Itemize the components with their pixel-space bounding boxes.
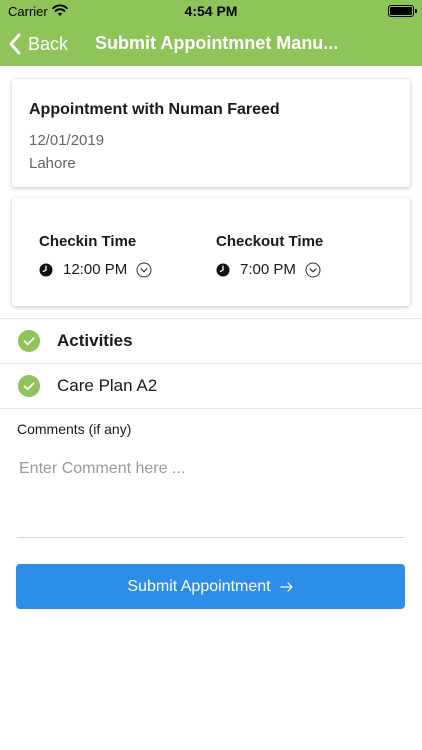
status-bar: Carrier 4:54 PM bbox=[0, 0, 422, 22]
app-header: Carrier 4:54 PM Back Submit Appointmnet … bbox=[0, 0, 422, 66]
checkout-section: Checkout Time 7:00 PM bbox=[216, 233, 323, 278]
list-item-label: Activities bbox=[57, 331, 133, 350]
chevron-down-icon bbox=[305, 262, 321, 277]
check-circle-icon bbox=[18, 375, 40, 397]
back-button[interactable]: Back bbox=[8, 30, 68, 58]
battery-icon bbox=[388, 5, 417, 17]
appointment-date: 12/01/2019 bbox=[29, 132, 105, 149]
checkout-time-value: 7:00 PM bbox=[240, 261, 296, 278]
divider bbox=[0, 408, 422, 409]
chevron-down-icon bbox=[136, 262, 152, 277]
checkin-time-picker[interactable]: 12:00 PM bbox=[39, 261, 152, 278]
clock-icon bbox=[216, 263, 230, 276]
arrow-right-icon bbox=[279, 581, 293, 592]
comment-input[interactable] bbox=[17, 452, 405, 538]
time-card: Checkin Time 12:00 PM Checkout Time 7:00… bbox=[12, 198, 410, 306]
checkout-time-picker[interactable]: 7:00 PM bbox=[216, 261, 323, 278]
submit-button-label: Submit Appointment bbox=[127, 577, 271, 595]
check-circle-icon bbox=[18, 330, 40, 352]
appointment-card: Appointment with Numan Fareed 12/01/2019… bbox=[12, 79, 410, 187]
status-time: 4:54 PM bbox=[184, 3, 238, 19]
list-item-label: Care Plan A2 bbox=[57, 376, 158, 395]
list-item-activities[interactable]: Activities bbox=[0, 319, 422, 363]
checkout-label: Checkout Time bbox=[216, 233, 324, 250]
chevron-left-icon bbox=[9, 33, 21, 55]
checkin-label: Checkin Time bbox=[39, 233, 137, 250]
submit-appointment-button[interactable]: Submit Appointment bbox=[16, 564, 405, 609]
list-item-care-plan[interactable]: Care Plan A2 bbox=[0, 364, 422, 408]
clock-icon bbox=[39, 263, 53, 276]
back-label: Back bbox=[28, 33, 69, 54]
appointment-location: Lahore bbox=[29, 155, 76, 172]
checkin-section: Checkin Time 12:00 PM bbox=[39, 233, 152, 278]
navigation-bar: Back Submit Appointmnet Manu... bbox=[0, 22, 422, 66]
comments-label: Comments (if any) bbox=[17, 421, 132, 437]
page-title: Submit Appointmnet Manu... bbox=[95, 33, 339, 53]
checkin-time-value: 12:00 PM bbox=[63, 261, 128, 278]
appointment-title: Appointment with Numan Fareed bbox=[29, 101, 280, 118]
